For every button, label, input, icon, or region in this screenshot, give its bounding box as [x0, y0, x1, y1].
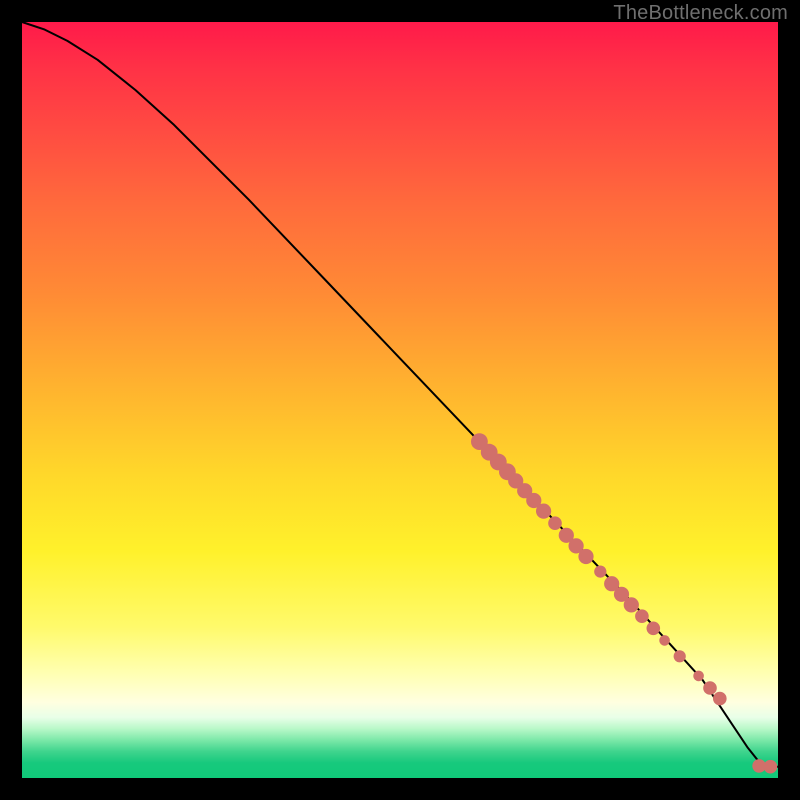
chart-svg: [22, 22, 778, 778]
data-marker: [659, 635, 670, 646]
data-marker: [674, 650, 686, 662]
plot-area: [22, 22, 778, 778]
data-marker: [693, 671, 704, 682]
data-marker: [624, 597, 639, 612]
chart-stage: TheBottleneck.com: [0, 0, 800, 800]
data-marker: [713, 692, 727, 706]
bottleneck-curve: [22, 22, 778, 767]
data-marker: [647, 622, 661, 636]
data-marker: [635, 609, 649, 623]
data-marker: [703, 681, 717, 695]
data-marker: [536, 504, 551, 519]
data-marker: [548, 516, 562, 530]
data-marker: [764, 760, 778, 774]
data-marker: [578, 549, 593, 564]
data-marker: [594, 566, 606, 578]
